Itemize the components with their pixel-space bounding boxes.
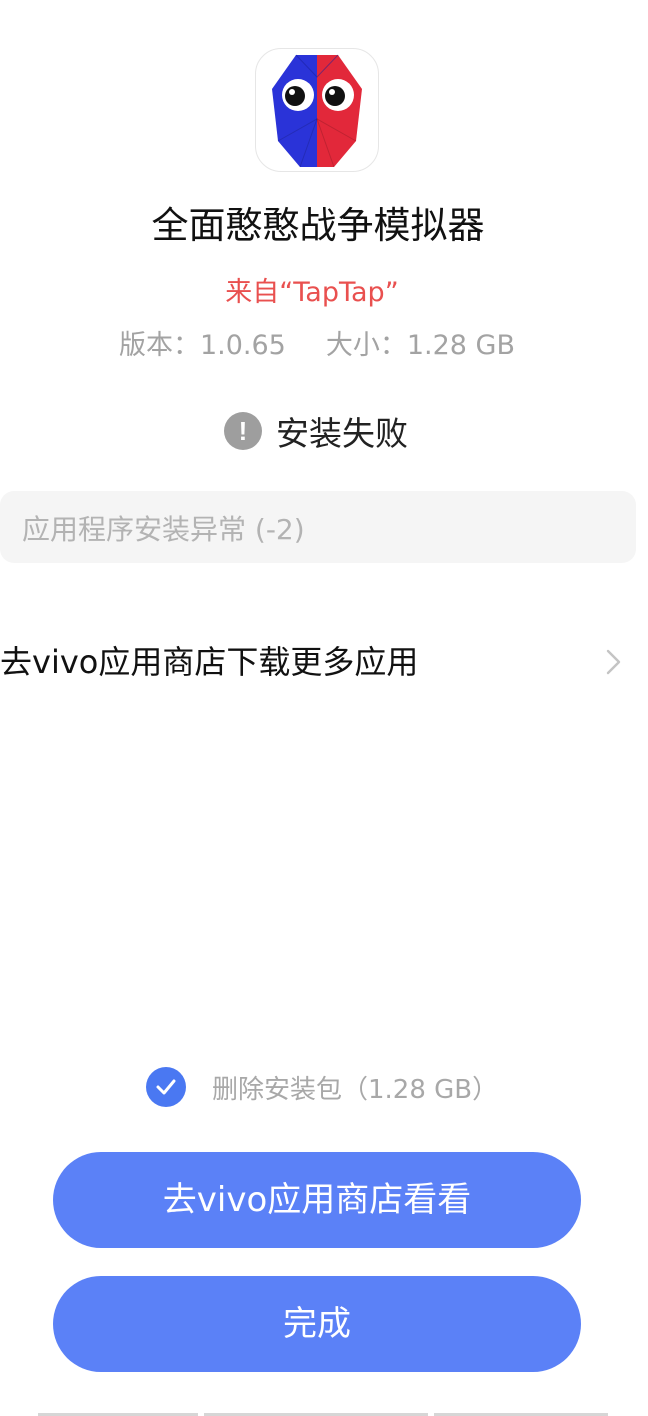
go-to-store-button[interactable]: 去vivo应用商店看看 [53, 1152, 581, 1248]
app-icon [255, 48, 379, 172]
version-label: 版本：1.0.65 [118, 330, 286, 361]
delete-package-label: 删除安装包（1.28 GB） [212, 1074, 499, 1105]
install-status: ! 安装失败 [0, 408, 632, 454]
store-link-label: 去vivo应用商店下载更多应用 [0, 643, 419, 681]
store-link-row[interactable]: 去vivo应用商店下载更多应用 [0, 632, 636, 692]
app-meta: 版本：1.0.65 大小：1.28 GB [0, 326, 634, 366]
error-message-box: 应用程序安装异常 (-2) [0, 491, 636, 563]
error-message: 应用程序安装异常 (-2) [22, 513, 305, 546]
wobbly-character-icon [272, 54, 362, 168]
app-source: 来自“TapTap” [225, 277, 399, 308]
app-name: 全面憨憨战争模拟器 [151, 204, 485, 247]
status-text: 安装失败 [276, 414, 408, 453]
checkmark-icon [156, 1079, 176, 1095]
delete-package-option[interactable]: 删除安装包（1.28 GB） [146, 1066, 498, 1108]
chevron-right-icon [606, 649, 621, 675]
done-button[interactable]: 完成 [53, 1276, 581, 1372]
exclamation-icon: ! [224, 412, 262, 450]
checkbox-checked-icon[interactable] [146, 1067, 186, 1107]
size-label: 大小：1.28 GB [325, 330, 516, 361]
